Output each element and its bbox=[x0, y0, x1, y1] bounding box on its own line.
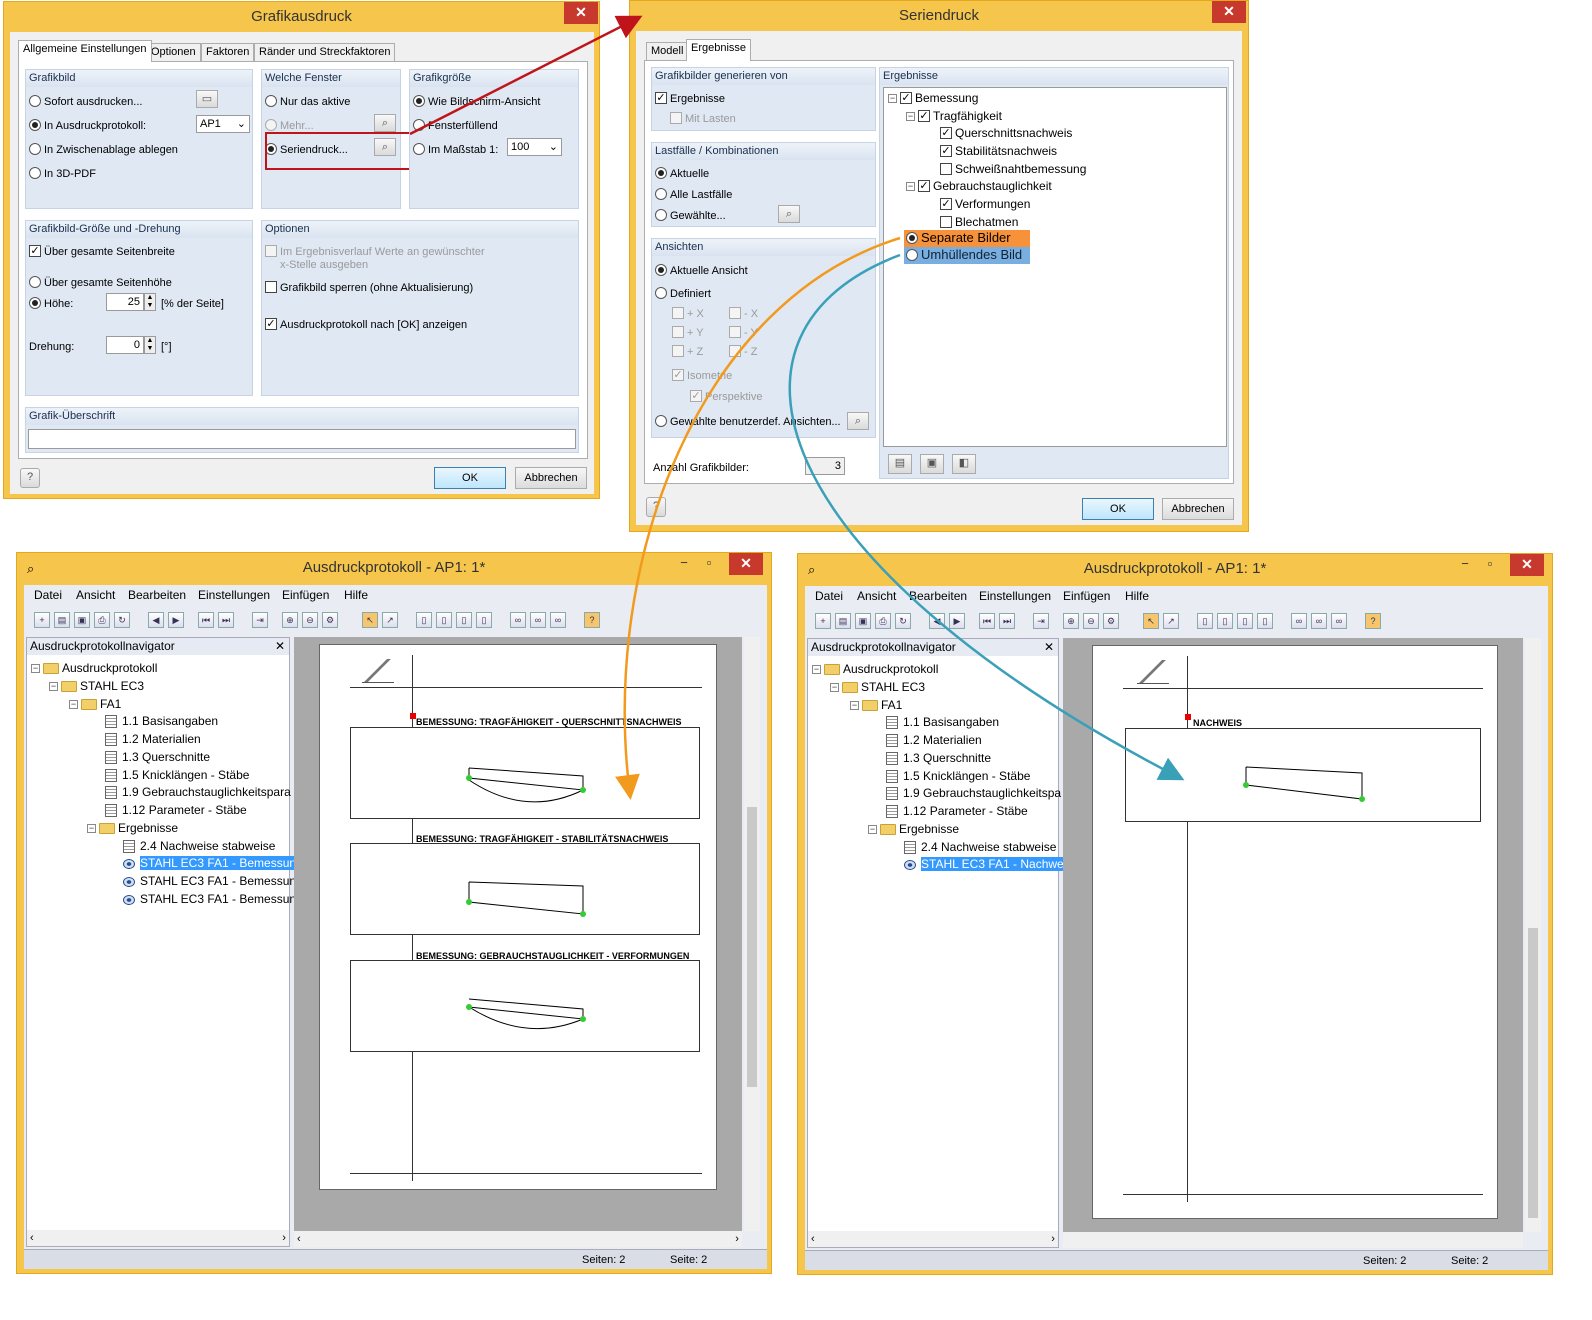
arrow-teal bbox=[788, 253, 1185, 781]
tab-allgemeine[interactable]: Allgemeine Einstellungen bbox=[18, 40, 152, 62]
arrow-red bbox=[409, 15, 643, 136]
tab-ergebnisse[interactable]: Ergebnisse bbox=[686, 39, 752, 61]
annotation-arrows bbox=[409, 15, 1185, 800]
arrow-orange bbox=[615, 236, 901, 800]
